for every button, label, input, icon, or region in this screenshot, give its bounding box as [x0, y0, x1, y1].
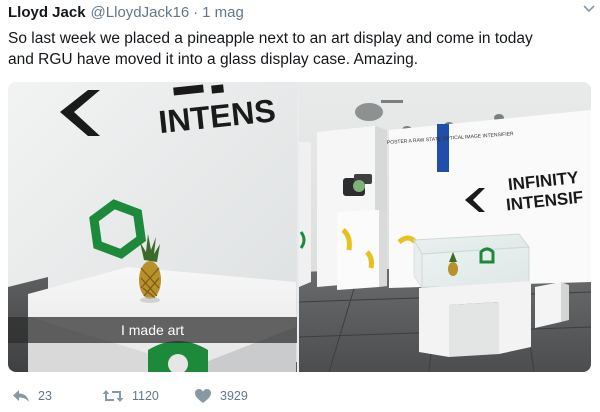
tweet-text: So last week we placed a pineapple next … [8, 28, 588, 70]
retweet-button[interactable]: 1120 [102, 388, 194, 404]
like-count: 3929 [220, 389, 248, 403]
separator-dot: · [193, 4, 199, 21]
photo-right[interactable]: POSTER A RAW STATE OPTICAL IMAGE INTENSI… [299, 82, 591, 372]
heart-icon [194, 388, 212, 404]
reply-icon [12, 388, 30, 404]
wall-text-intens: INTENS [157, 92, 277, 140]
reply-count: 23 [38, 389, 52, 403]
media-grid: INTENS I made art POSTER A RAW STATE OPT… [8, 82, 591, 372]
like-button[interactable]: 3929 [194, 388, 314, 404]
tweet-header: Lloyd Jack @LloydJack16 · 1 mag [8, 4, 592, 24]
photo-left[interactable]: INTENS I made art [8, 82, 297, 372]
tweet-text-line-2: and RGU have moved it into a glass displ… [8, 51, 419, 68]
retweet-icon [102, 388, 124, 404]
reply-button[interactable]: 23 [12, 388, 102, 404]
tweet-card: Lloyd Jack @LloydJack16 · 1 mag So last … [0, 0, 600, 412]
tweet-actions: 23 1120 3929 [12, 386, 314, 406]
timestamp[interactable]: 1 mag [202, 4, 244, 21]
tweet-text-line-1: So last week we placed a pineapple next … [8, 30, 533, 47]
author-handle[interactable]: @LloydJack16 [91, 4, 190, 21]
snap-caption-bar: I made art [8, 317, 297, 343]
wall-small-text: POSTER A RAW STATE OPTICAL IMAGE INTENSI… [387, 131, 514, 146]
glass-display-case [413, 233, 531, 357]
retweet-count: 1120 [132, 389, 159, 403]
author-name[interactable]: Lloyd Jack [8, 4, 86, 21]
chevron-down-icon[interactable] [580, 0, 598, 18]
snap-caption: I made art [120, 322, 185, 338]
